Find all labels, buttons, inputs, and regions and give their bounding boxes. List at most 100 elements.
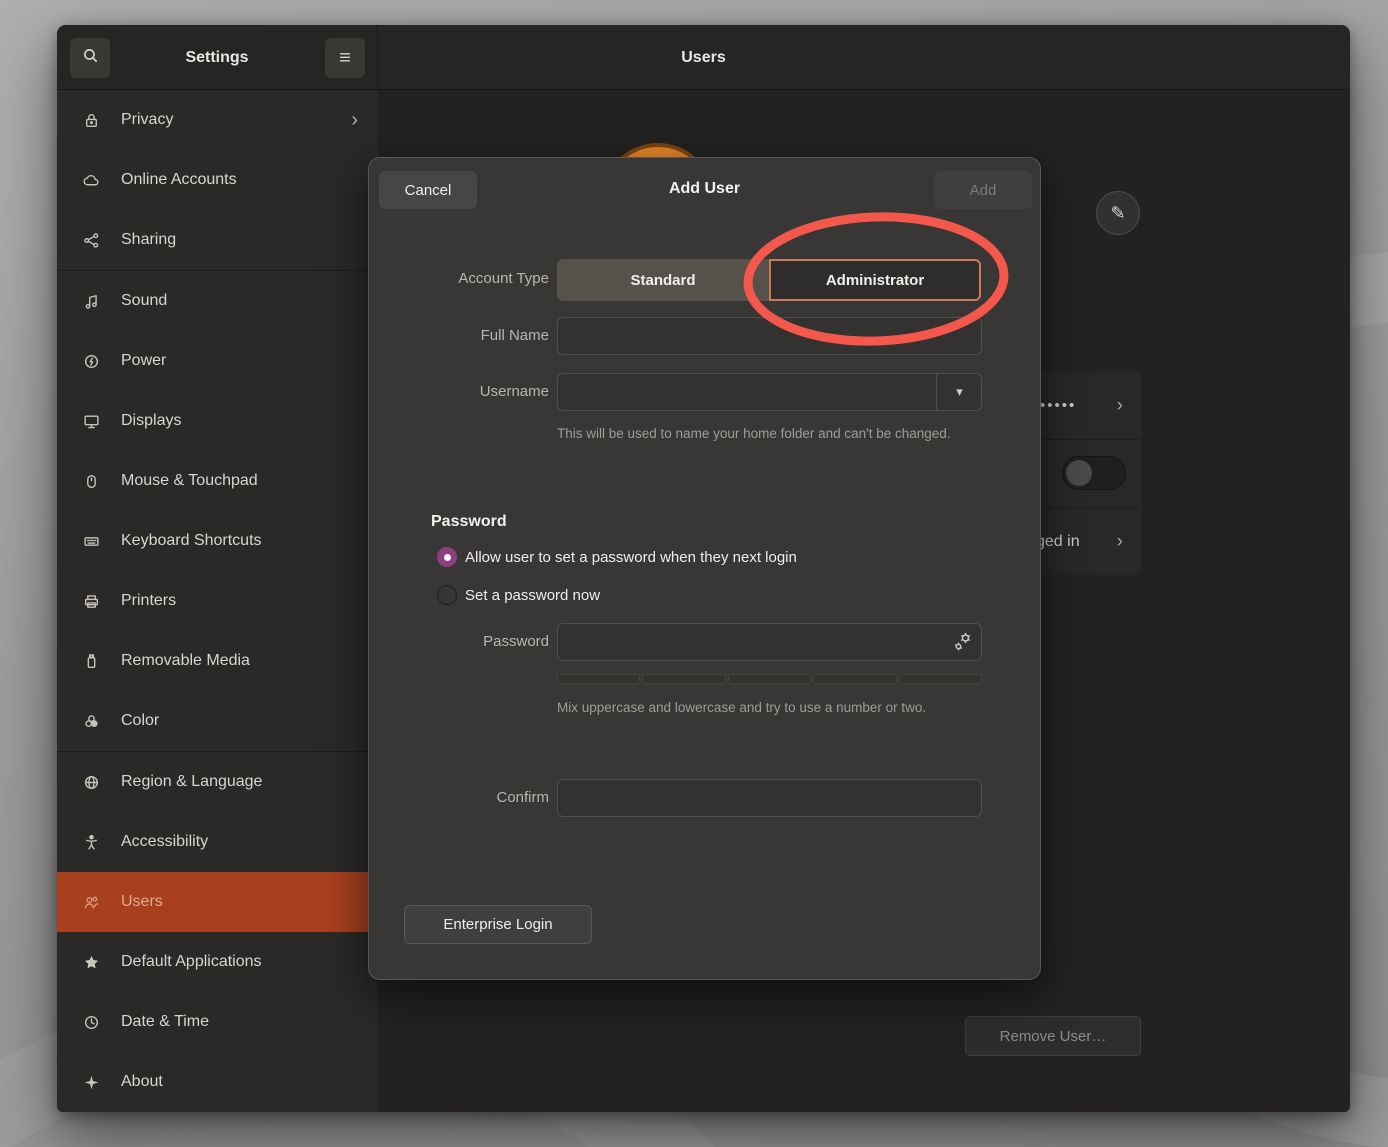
sidebar-item-accessibility[interactable]: Accessibility [57, 812, 378, 872]
sidebar-item-printers[interactable]: Printers [57, 571, 378, 631]
strength-segment [728, 674, 811, 684]
pencil-icon: ✎ [1110, 203, 1125, 224]
power-icon [81, 351, 101, 371]
sidebar: Privacy › Online Accounts Sharing Sound … [57, 90, 378, 1112]
sidebar-item-label: Power [121, 352, 166, 370]
strength-segment [813, 674, 896, 684]
sidebar-item-label: Sound [121, 292, 167, 310]
chevron-right-icon: › [1117, 531, 1123, 553]
hamburger-icon: ≡ [339, 48, 351, 68]
logged-in-label: ged in [1036, 533, 1080, 551]
header-left-pane: Settings ≡ [57, 25, 378, 89]
full-name-label: Full Name [369, 327, 549, 344]
generate-password-icon[interactable] [951, 630, 975, 654]
sparkle-icon [81, 1072, 101, 1092]
sidebar-item-default-applications[interactable]: Default Applications [57, 932, 378, 992]
color-icon [81, 711, 101, 731]
display-icon [81, 411, 101, 431]
confirm-field[interactable] [557, 779, 982, 817]
sidebar-item-label: Date & Time [121, 1013, 209, 1031]
sidebar-item-displays[interactable]: Displays [57, 391, 378, 451]
sidebar-item-users[interactable]: Users [57, 872, 378, 932]
sidebar-item-label: About [121, 1073, 163, 1091]
sidebar-item-label: Removable Media [121, 652, 250, 670]
standard-button[interactable]: Standard [557, 259, 769, 301]
username-hint: This will be used to name your home fold… [557, 424, 972, 445]
panel-title: Users [378, 25, 1029, 90]
chevron-right-icon: › [351, 109, 358, 132]
accessibility-icon [81, 832, 101, 852]
username-field[interactable] [557, 373, 982, 411]
sidebar-item-label: Users [121, 893, 163, 911]
sidebar-item-label: Color [121, 712, 159, 730]
confirm-label: Confirm [369, 789, 549, 806]
radio-next-login[interactable] [437, 547, 457, 567]
sidebar-item-label: Printers [121, 592, 176, 610]
sidebar-item-label: Keyboard Shortcuts [121, 532, 262, 550]
sidebar-item-about[interactable]: About [57, 1052, 378, 1112]
clock-icon [81, 1012, 101, 1032]
sidebar-item-label: Mouse & Touchpad [121, 472, 258, 490]
username-label: Username [369, 383, 549, 400]
mouse-icon [81, 471, 101, 491]
password-section-heading: Password [431, 513, 507, 531]
full-name-field[interactable] [557, 317, 982, 355]
password-label: Password [369, 633, 549, 650]
sidebar-item-mouse-touchpad[interactable]: Mouse & Touchpad [57, 451, 378, 511]
strength-segment [899, 674, 982, 684]
share-icon [81, 230, 101, 250]
strength-segment [642, 674, 725, 684]
sidebar-item-label: Privacy [121, 111, 173, 129]
sidebar-item-label: Default Applications [121, 953, 262, 971]
settings-window: Settings ≡ Users Add User… – ✕ Privacy ›… [57, 25, 1350, 1112]
header-bar: Settings ≡ Users Add User… – ✕ [57, 25, 1350, 90]
sidebar-item-label: Sharing [121, 231, 176, 249]
add-user-dialog: Cancel Add User Add Account Type Standar… [368, 157, 1041, 980]
sidebar-item-sharing[interactable]: Sharing [57, 210, 378, 270]
enterprise-login-button[interactable]: Enterprise Login [404, 905, 592, 944]
password-strength-meter [557, 674, 982, 684]
cloud-icon [81, 170, 101, 190]
username-dropdown-button[interactable]: ▾ [936, 373, 982, 411]
sidebar-item-label: Displays [121, 412, 181, 430]
chevron-right-icon: › [1117, 395, 1123, 417]
sidebar-item-label: Online Accounts [121, 171, 237, 189]
radio-next-login-label[interactable]: Allow user to set a password when they n… [465, 549, 797, 566]
administrator-button[interactable]: Administrator [769, 259, 981, 301]
edit-avatar-button[interactable]: ✎ [1096, 191, 1140, 235]
music-note-icon [81, 291, 101, 311]
sidebar-item-label: Region & Language [121, 773, 262, 791]
toggle-switch[interactable] [1062, 456, 1126, 490]
menu-button[interactable]: ≡ [325, 38, 365, 78]
remove-user-button[interactable]: Remove User… [965, 1016, 1141, 1056]
sidebar-item-color[interactable]: Color [57, 691, 378, 751]
strength-segment [557, 674, 640, 684]
users-icon [81, 892, 101, 912]
sidebar-item-online-accounts[interactable]: Online Accounts [57, 150, 378, 210]
toggle-knob [1066, 460, 1092, 486]
header-right-pane: Users Add User… – ✕ [378, 25, 1350, 89]
chevron-down-icon: ▾ [956, 384, 963, 400]
password-dots: ••••• [1040, 397, 1076, 414]
sidebar-item-region-language[interactable]: Region & Language [57, 752, 378, 812]
keyboard-icon [81, 531, 101, 551]
sidebar-item-keyboard-shortcuts[interactable]: Keyboard Shortcuts [57, 511, 378, 571]
account-type-segmented-control: Standard Administrator [557, 259, 981, 301]
usb-icon [81, 651, 101, 671]
radio-set-now-label[interactable]: Set a password now [465, 587, 600, 604]
lock-icon [81, 110, 101, 130]
sidebar-item-label: Accessibility [121, 833, 208, 851]
account-type-label: Account Type [369, 270, 549, 287]
password-field[interactable] [557, 623, 982, 661]
add-button[interactable]: Add [934, 171, 1032, 209]
sidebar-item-privacy[interactable]: Privacy › [57, 90, 378, 150]
sidebar-item-removable-media[interactable]: Removable Media [57, 631, 378, 691]
sidebar-item-date-time[interactable]: Date & Time [57, 992, 378, 1052]
globe-icon [81, 772, 101, 792]
star-icon [81, 952, 101, 972]
password-hint: Mix uppercase and lowercase and try to u… [557, 698, 972, 719]
sidebar-item-sound[interactable]: Sound [57, 271, 378, 331]
printer-icon [81, 591, 101, 611]
sidebar-item-power[interactable]: Power [57, 331, 378, 391]
radio-set-now[interactable] [437, 585, 457, 605]
